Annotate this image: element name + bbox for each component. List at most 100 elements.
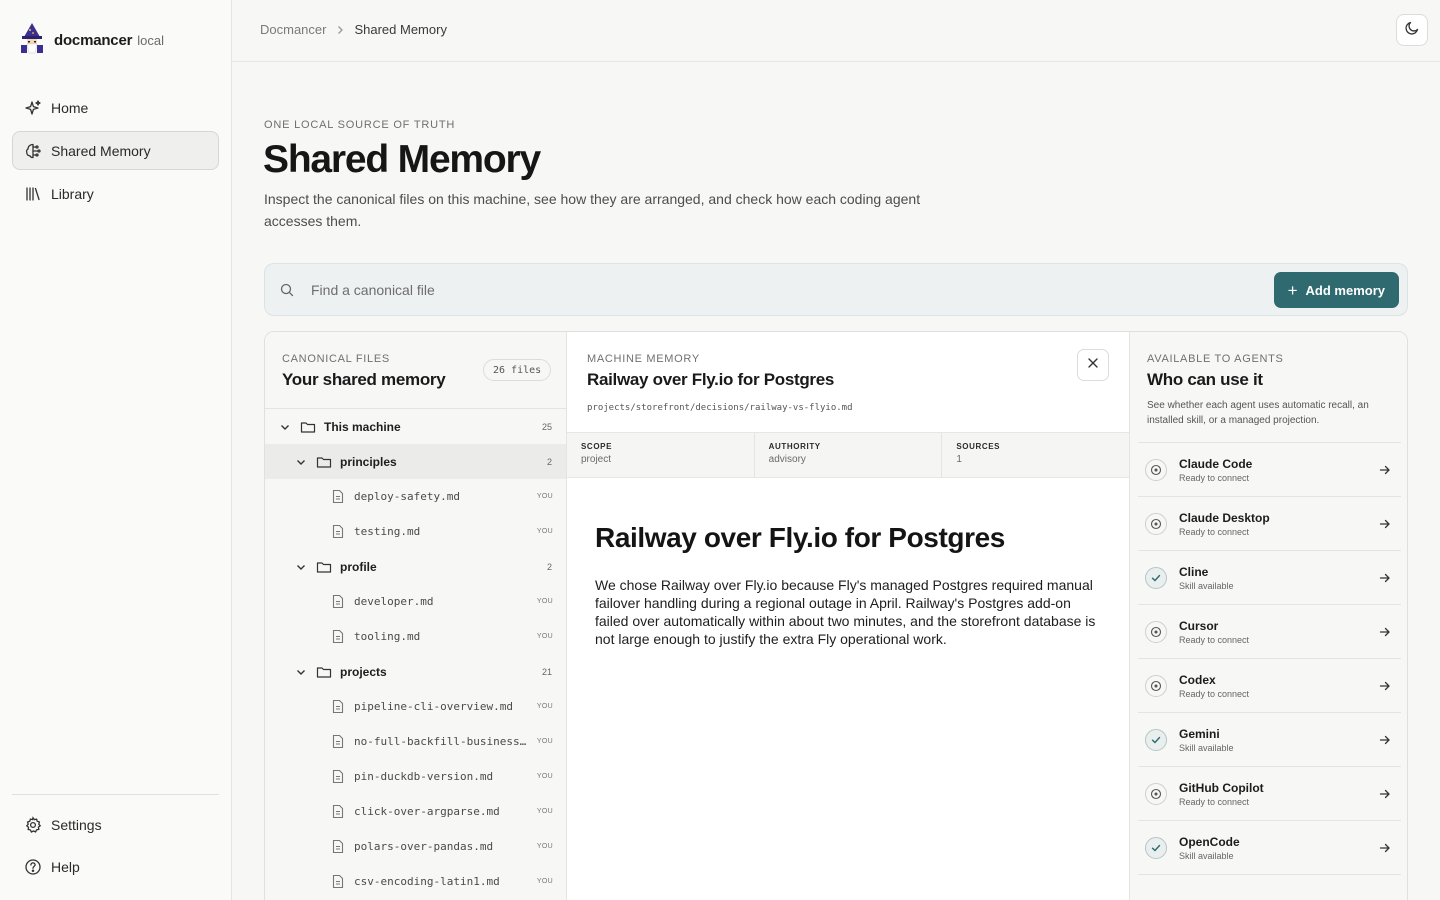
- wizard-logo-icon: [18, 22, 46, 59]
- tree-folder-count: 2: [546, 456, 552, 467]
- search-icon: [279, 282, 295, 298]
- agent-row-gemini[interactable]: Gemini Skill available: [1138, 713, 1401, 767]
- file-doc-icon: [331, 594, 345, 609]
- tree-root-this-machine[interactable]: This machine 25: [265, 409, 566, 444]
- tree-file-name: deploy-safety.md: [354, 490, 460, 503]
- target-icon: [1145, 783, 1167, 805]
- sidebar-item-label: Home: [51, 99, 89, 116]
- file-doc-icon: [331, 524, 345, 539]
- brain-icon: [24, 142, 42, 160]
- add-memory-button[interactable]: + Add memory: [1273, 272, 1399, 308]
- tree-file-name: no-full-backfill-business-h…: [354, 735, 532, 748]
- tree-folder-count: 2: [546, 561, 552, 572]
- meta-sources: SOURCES 1: [942, 433, 1129, 477]
- tree-file[interactable]: tooling.md YOU: [265, 619, 566, 654]
- canonical-files-panel: CANONICAL FILES Your shared memory 26 fi…: [265, 332, 567, 900]
- breadcrumb-root[interactable]: Docmancer: [260, 22, 326, 37]
- sidebar-item-help[interactable]: Help: [12, 847, 219, 886]
- agent-status: Ready to connect: [1179, 635, 1250, 645]
- agent-name: Codex: [1179, 673, 1216, 687]
- chevron-right-icon: [335, 25, 345, 35]
- sidebar-item-home[interactable]: Home: [12, 88, 219, 127]
- tree-file-name: tooling.md: [354, 630, 421, 643]
- search-input[interactable]: [311, 278, 1211, 302]
- meta-key: SOURCES: [956, 442, 1001, 451]
- sidebar-item-shared-memory[interactable]: Shared Memory: [12, 131, 219, 170]
- plus-icon: +: [1287, 280, 1298, 300]
- sidebar-item-library[interactable]: Library: [12, 174, 219, 213]
- tree-folder-profile[interactable]: profile 2: [265, 549, 566, 584]
- gear-icon: [24, 815, 42, 834]
- meta-authority: AUTHORITY advisory: [755, 433, 943, 477]
- close-detail-button[interactable]: [1077, 349, 1109, 381]
- sidebar-item-settings[interactable]: Settings: [12, 805, 219, 844]
- detail-eyebrow: MACHINE MEMORY: [587, 353, 700, 365]
- folder-icon: [316, 454, 332, 470]
- tree-file-owner: YOU: [536, 843, 553, 850]
- tree-file[interactable]: click-over-argparse.md YOU: [265, 794, 566, 829]
- agent-row-codex[interactable]: Codex Ready to connect: [1138, 659, 1401, 713]
- tree-file-name: click-over-argparse.md: [354, 805, 500, 818]
- tree-file-owner: YOU: [536, 878, 553, 885]
- memory-detail-panel: MACHINE MEMORY Railway over Fly.io for P…: [567, 332, 1129, 900]
- sidebar-item-label: Settings: [51, 816, 102, 833]
- agents-title: Who can use it: [1147, 370, 1263, 389]
- tree-folder-projects[interactable]: projects 21: [265, 654, 566, 689]
- tree-file[interactable]: no-full-backfill-business-h… YOU: [265, 724, 566, 759]
- file-doc-icon: [331, 629, 345, 644]
- tree-file[interactable]: polars-over-pandas.md YOU: [265, 829, 566, 864]
- sidebar-item-label: Help: [51, 858, 80, 875]
- tree-file-name: pin-duckdb-version.md: [354, 770, 494, 783]
- tree-file-name: developer.md: [354, 595, 434, 608]
- tree-file[interactable]: pin-duckdb-version.md YOU: [265, 759, 566, 794]
- agents-description: See whether each agent uses automatic re…: [1147, 400, 1369, 426]
- theme-toggle-button[interactable]: [1396, 14, 1428, 46]
- page-title: Shared Memory: [263, 138, 541, 181]
- arrow-right-icon: [1378, 517, 1392, 531]
- document-body: We chose Railway over Fly.io because Fly…: [595, 577, 1096, 647]
- memory-panels: CANONICAL FILES Your shared memory 26 fi…: [264, 331, 1408, 900]
- tree-file-name: csv-encoding-latin1.md: [354, 875, 500, 888]
- close-icon: [1087, 356, 1099, 374]
- agents-eyebrow: AVAILABLE TO AGENTS: [1147, 353, 1284, 365]
- sidebar-item-label: Library: [51, 185, 94, 202]
- tree-file[interactable]: developer.md YOU: [265, 584, 566, 619]
- agent-status: Ready to connect: [1179, 689, 1250, 699]
- breadcrumb: Docmancer Shared Memory: [260, 22, 447, 37]
- tree-file-owner: YOU: [536, 808, 553, 815]
- add-memory-label: Add memory: [1305, 282, 1385, 298]
- topbar: Docmancer Shared Memory: [232, 0, 1440, 62]
- agent-row-claude-desktop[interactable]: Claude Desktop Ready to connect: [1138, 497, 1401, 551]
- tree-file[interactable]: testing.md YOU: [265, 514, 566, 549]
- folder-icon: [300, 419, 316, 435]
- agent-row-claude-code[interactable]: Claude Code Ready to connect: [1138, 443, 1401, 497]
- tree-file[interactable]: pipeline-cli-overview.md YOU: [265, 689, 566, 724]
- tree-folder-label: projects: [340, 664, 387, 679]
- agent-name: Claude Desktop: [1179, 511, 1270, 525]
- meta-value: advisory: [768, 454, 806, 465]
- files-eyebrow: CANONICAL FILES: [282, 353, 390, 365]
- agent-row-cursor[interactable]: Cursor Ready to connect: [1138, 605, 1401, 659]
- app-tag: local: [137, 33, 164, 48]
- tree-file[interactable]: deploy-safety.md YOU: [265, 479, 566, 514]
- brand[interactable]: docmancer local: [18, 22, 164, 59]
- agent-name: Claude Code: [1179, 457, 1253, 471]
- meta-value: 1: [956, 454, 962, 465]
- arrow-right-icon: [1378, 625, 1392, 639]
- target-icon: [1145, 459, 1167, 481]
- file-doc-icon: [331, 804, 345, 819]
- tree-file-name: polars-over-pandas.md: [354, 840, 494, 853]
- sidebar: docmancer local Home Shared Memory Libra…: [0, 0, 232, 900]
- agent-name: Cline: [1179, 565, 1209, 579]
- target-icon: [1145, 675, 1167, 697]
- chevron-down-icon: [279, 421, 291, 433]
- tree-folder-principles[interactable]: principles 2: [265, 444, 566, 479]
- files-header: CANONICAL FILES Your shared memory: [282, 353, 446, 390]
- agent-row-opencode[interactable]: OpenCode Skill available: [1138, 821, 1401, 875]
- moon-icon: [1404, 20, 1420, 41]
- target-icon: [1145, 621, 1167, 643]
- files-count-badge: 26 files: [483, 359, 552, 381]
- agent-row-github-copilot[interactable]: GitHub Copilot Ready to connect: [1138, 767, 1401, 821]
- tree-file[interactable]: csv-encoding-latin1.md YOU: [265, 864, 566, 899]
- agent-row-cline[interactable]: Cline Skill available: [1138, 551, 1401, 605]
